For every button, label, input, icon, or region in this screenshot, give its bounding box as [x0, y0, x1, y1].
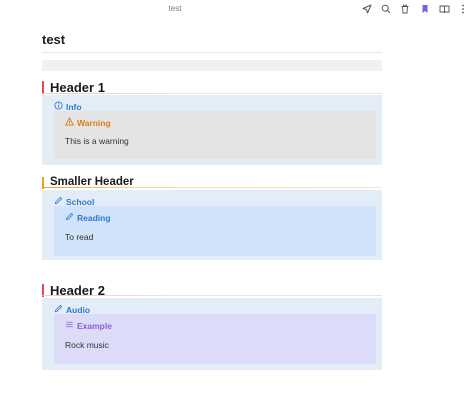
callout-title-label: Example [77, 320, 112, 331]
callout-body: To read [65, 232, 94, 242]
title-divider [42, 52, 382, 53]
callout-school: School Reading To read [42, 190, 382, 260]
bookmark-icon[interactable] [419, 3, 431, 15]
top-bar: test [0, 0, 474, 18]
empty-block[interactable] [42, 60, 382, 71]
callout-title-label: Info [66, 101, 82, 112]
list-icon [65, 320, 74, 331]
callout-body: This is a warning [65, 136, 129, 146]
trash-icon[interactable] [399, 3, 411, 15]
callout-title-label: Warning [77, 117, 111, 128]
navigate-icon[interactable] [361, 3, 373, 15]
reading-mode-icon[interactable] [438, 3, 450, 15]
callout-audio: Audio Example Rock music [42, 298, 382, 370]
heading-divider [42, 187, 382, 188]
callout-title[interactable]: Warning [65, 117, 111, 128]
warning-icon [65, 117, 74, 128]
callout-reading: Reading To read [54, 206, 376, 256]
callout-title-label: Audio [66, 304, 91, 315]
pencil-icon [65, 212, 74, 223]
more-icon[interactable] [457, 3, 469, 15]
callout-info: Info Warning This is a warning [42, 95, 382, 165]
callout-title[interactable]: Reading [65, 212, 111, 223]
heading-divider [42, 295, 382, 296]
heading-divider [42, 93, 382, 94]
callout-body: Rock music [65, 340, 109, 350]
tab-title: test [168, 4, 182, 13]
callout-example: Example Rock music [54, 314, 376, 364]
page-title: test [42, 32, 66, 47]
search-icon[interactable] [380, 3, 392, 15]
callout-title-label: School [66, 196, 95, 207]
callout-warning: Warning This is a warning [54, 111, 376, 159]
callout-title[interactable]: Example [65, 320, 112, 331]
callout-title-label: Reading [77, 212, 111, 223]
